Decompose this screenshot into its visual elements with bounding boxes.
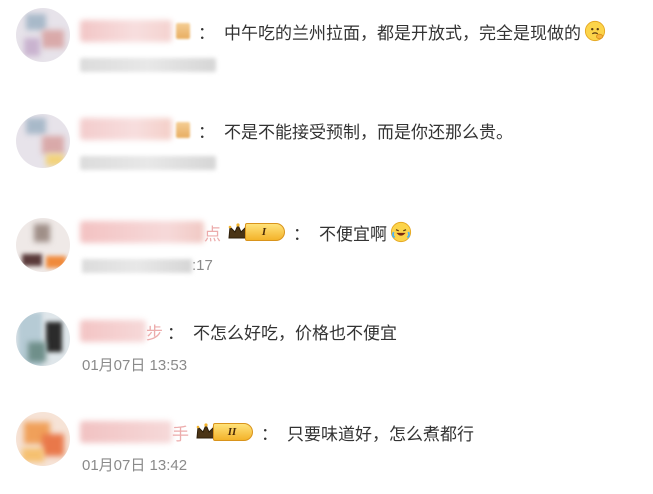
username-blurred[interactable] bbox=[80, 421, 172, 443]
thinking-face-emoji-icon bbox=[584, 20, 606, 42]
badge-icon bbox=[176, 122, 190, 138]
rank-label: I bbox=[245, 223, 285, 241]
comment-colon: ： bbox=[198, 122, 215, 142]
comment-item: 步 ： 不怎么好吃，价格也不便宜 01月07日 13:53 bbox=[0, 302, 653, 398]
username-blurred[interactable] bbox=[80, 221, 204, 243]
comment-line: 步 ： 不怎么好吃，价格也不便宜 bbox=[80, 319, 397, 343]
comment-line: 点 I ： 不便宜啊 bbox=[80, 220, 412, 244]
avatar[interactable] bbox=[16, 412, 70, 466]
timestamp: 01月07日 13:42 bbox=[82, 457, 188, 474]
avatar[interactable] bbox=[16, 218, 70, 272]
timestamp-tail: :17 bbox=[192, 257, 213, 274]
badge-icon bbox=[176, 23, 190, 39]
comment-text: 不便宜啊 bbox=[319, 224, 387, 244]
comment-item: 点 I ： 不便宜啊 :17 bbox=[0, 200, 653, 296]
comment-line: 手 II ： 只要味道好，怎么煮都行 bbox=[80, 420, 474, 444]
comment-line: ： 不是不能接受预制，而是你还那么贵。 bbox=[172, 118, 513, 142]
username-tail[interactable]: 点 bbox=[204, 220, 221, 245]
avatar[interactable] bbox=[16, 8, 70, 62]
laughing-crying-emoji-icon bbox=[390, 221, 412, 243]
avatar[interactable] bbox=[16, 114, 70, 168]
comment-colon: ： bbox=[167, 323, 184, 343]
vip-rank-badge: II bbox=[195, 421, 253, 443]
comment-text: 不是不能接受预制，而是你还那么贵。 bbox=[224, 122, 513, 142]
comment-colon: ： bbox=[261, 424, 278, 444]
username-tail[interactable]: 手 bbox=[172, 420, 189, 445]
timestamp: 01月07日 13:53 bbox=[82, 357, 188, 374]
timestamp-blurred bbox=[80, 156, 216, 170]
comment-item: 手 II ： 只要味道好，怎么煮都行 01月07日 13:42 bbox=[0, 398, 653, 494]
timestamp: :17 bbox=[82, 256, 213, 276]
comment-line: ： 中午吃的兰州拉面，都是开放式，完全是现做的 bbox=[172, 19, 606, 43]
username-tail[interactable]: 步 bbox=[146, 319, 163, 344]
avatar[interactable] bbox=[16, 312, 70, 366]
username-blurred[interactable] bbox=[80, 20, 172, 42]
comment-item: ： 中午吃的兰州拉面，都是开放式，完全是现做的 bbox=[0, 0, 653, 96]
timestamp-blurred bbox=[80, 58, 216, 72]
comment-text: 只要味道好，怎么煮都行 bbox=[287, 424, 474, 444]
comment-text: 不怎么好吃，价格也不便宜 bbox=[193, 323, 397, 343]
timestamp-blurred bbox=[82, 259, 192, 274]
rank-label: II bbox=[213, 423, 253, 441]
comment-colon: ： bbox=[198, 23, 215, 43]
vip-rank-badge: I bbox=[227, 221, 285, 243]
username-blurred[interactable] bbox=[80, 118, 172, 140]
comment-item: ： 不是不能接受预制，而是你还那么贵。 bbox=[0, 100, 653, 196]
username-blurred[interactable] bbox=[80, 320, 146, 342]
comment-colon: ： bbox=[293, 224, 310, 244]
comment-text: 中午吃的兰州拉面，都是开放式，完全是现做的 bbox=[224, 23, 581, 43]
